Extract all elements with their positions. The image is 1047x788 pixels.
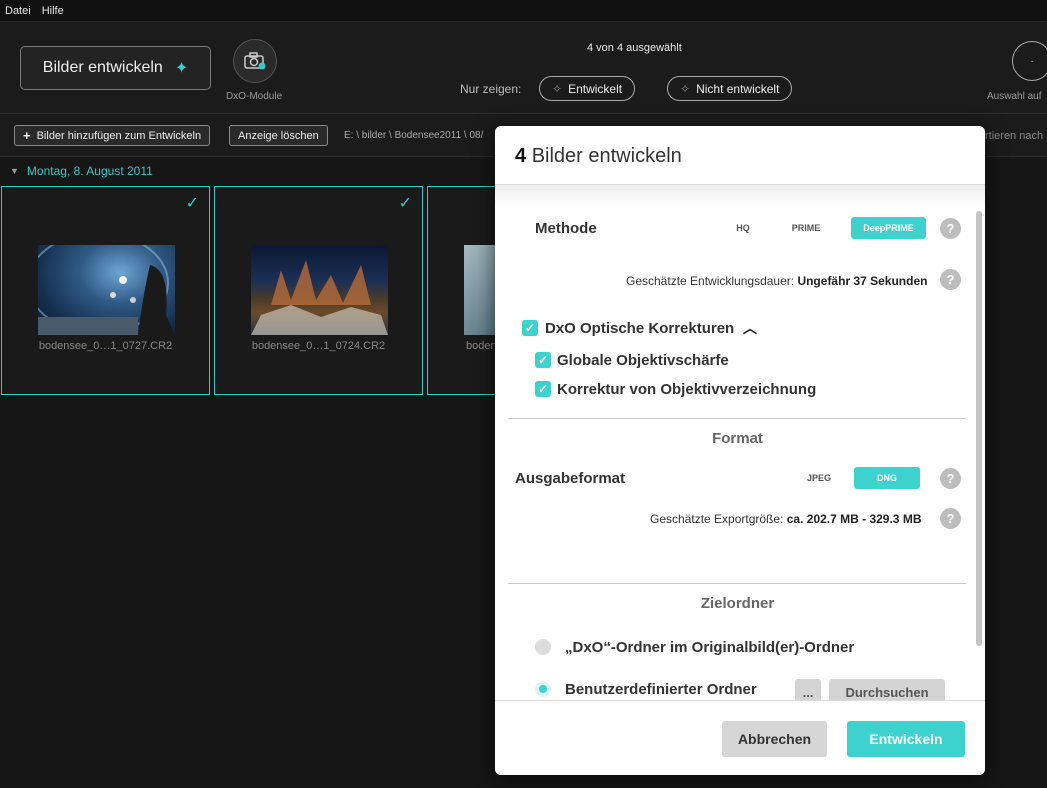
- checkmark-icon: ✓: [185, 195, 199, 212]
- clear-view-label: Anzeige löschen: [238, 129, 319, 142]
- divider-shadow: [495, 185, 985, 207]
- thumbnail-filename: bodensee_0…1_0727.CR2: [38, 340, 173, 352]
- thumbnail-image: [251, 245, 388, 335]
- menu-file[interactable]: Datei: [5, 5, 31, 17]
- dialog-title-count: 4: [515, 145, 527, 167]
- optics-label: DxO Optische Korrekturen: [545, 320, 735, 337]
- dxo-module-button[interactable]: [233, 39, 277, 83]
- thumbnail-card[interactable]: ✓ bodensee_0…1_0727.CR2: [1, 186, 210, 395]
- collapse-triangle-icon: ▼: [10, 166, 19, 176]
- selection-count: 4 von 4 ausgewählt: [587, 42, 682, 54]
- dialog-title: 4 Bilder entwickeln: [515, 145, 682, 168]
- clear-view-button[interactable]: Anzeige löschen: [229, 125, 328, 146]
- optics-checkbox[interactable]: ✓: [522, 320, 538, 336]
- radio-custom-folder-label: Benutzerdefinierter Ordner: [565, 681, 757, 698]
- estimate-value: Ungefähr 37 Sekunden: [797, 274, 928, 288]
- filter-developed-button[interactable]: ✧ Entwickelt: [539, 76, 636, 101]
- date-label: Montag, 8. August 2011: [26, 164, 153, 178]
- export-size-line: Geschätzte Exportgröße: ca. 202.7 MB - 3…: [650, 512, 921, 526]
- thumbnail-filename: bodensee_0…1_0724.CR2: [251, 340, 386, 352]
- checkmark-icon: ✓: [398, 195, 412, 212]
- help-icon[interactable]: ?: [940, 218, 961, 239]
- method-prime-option[interactable]: PRIME: [782, 217, 830, 239]
- dialog-title-text: Bilder entwickeln: [531, 145, 682, 167]
- plus-icon: +: [23, 128, 31, 143]
- format-section-title: Format: [712, 430, 763, 447]
- radio-dxo-folder[interactable]: [535, 639, 551, 655]
- sparkle-icon: ✧: [552, 81, 563, 96]
- filter-label: Nur zeigen:: [460, 82, 522, 96]
- cancel-button[interactable]: Abbrechen: [722, 721, 827, 757]
- method-hq-option[interactable]: HQ: [727, 217, 759, 239]
- chevron-up-icon[interactable]: ︿: [743, 318, 757, 338]
- export-size-value: ca. 202.7 MB - 329.3 MB: [786, 512, 922, 526]
- help-icon[interactable]: ?: [940, 269, 961, 290]
- menu-help[interactable]: Hilfe: [42, 5, 64, 17]
- dialog-footer: Abbrechen Entwickeln: [495, 700, 985, 775]
- thumbnail-image: [38, 245, 175, 335]
- filter-developed-label: Entwickelt: [568, 81, 623, 96]
- add-images-button[interactable]: + Bilder hinzufügen zum Entwickeln: [14, 125, 211, 146]
- distortion-checkbox[interactable]: ✓: [535, 381, 551, 397]
- method-label: Methode: [535, 220, 597, 237]
- dxo-module-label: DxO-Module: [226, 91, 283, 102]
- sharpness-label: Globale Objektivschärfe: [557, 352, 729, 369]
- selection-right-label: Auswahl auf: [987, 91, 1042, 102]
- sparkle-icon: ✧: [680, 81, 691, 96]
- export-size-label: Geschätzte Exportgröße:: [650, 512, 784, 526]
- add-images-label: Bilder hinzufügen zum Entwickeln: [36, 129, 202, 142]
- output-format-label: Ausgabeformat: [515, 470, 626, 487]
- filter-not-developed-label: Nicht entwickelt: [696, 81, 780, 96]
- radio-dxo-folder-label: „DxO“-Ordner im Originalbild(er)-Ordner: [565, 639, 855, 656]
- dialog-scrollbar[interactable]: [976, 211, 982, 646]
- camera-icon: [244, 52, 266, 70]
- help-icon[interactable]: ?: [940, 508, 961, 529]
- develop-confirm-button[interactable]: Entwickeln: [847, 721, 965, 757]
- sharpness-checkbox[interactable]: ✓: [535, 352, 551, 368]
- target-section-title: Zielordner: [700, 595, 775, 612]
- date-group-header[interactable]: ▼ Montag, 8. August 2011: [10, 164, 153, 178]
- dot-icon: ·: [1030, 55, 1034, 67]
- menu-bar: Datei Hilfe: [0, 0, 1047, 22]
- develop-images-label: Bilder entwickeln: [42, 59, 163, 76]
- selection-circle-button[interactable]: ·: [1012, 41, 1047, 81]
- sparkle-icon: ✦: [174, 60, 189, 77]
- develop-dialog: 4 Bilder entwickeln Methode HQ PRIME Dee…: [495, 126, 985, 775]
- folder-path: E: \ bilder \ Bodensee2011 \ 08/: [344, 130, 484, 141]
- format-dng-option[interactable]: DNG: [854, 467, 920, 489]
- divider: [508, 418, 966, 419]
- thumbnail-card[interactable]: ✓ bodensee_0…1_0724.CR2: [214, 186, 423, 395]
- format-jpeg-option[interactable]: JPEG: [801, 467, 837, 489]
- develop-images-button[interactable]: Bilder entwickeln ✦: [20, 46, 211, 90]
- radio-custom-folder[interactable]: [535, 681, 551, 697]
- divider: [508, 583, 966, 584]
- filter-not-developed-button[interactable]: ✧ Nicht entwickelt: [667, 76, 793, 101]
- top-bar: Bilder entwickeln ✦ DxO-Module 4 von 4 a…: [0, 22, 1047, 114]
- method-deepprime-option[interactable]: DeepPRIME: [851, 217, 926, 239]
- estimate-line: Geschätzte Entwicklungsdauer: Ungefähr 3…: [626, 274, 927, 288]
- help-icon[interactable]: ?: [940, 468, 961, 489]
- estimate-label: Geschätzte Entwicklungsdauer:: [626, 274, 795, 288]
- sort-label[interactable]: rtieren nach: [985, 130, 1043, 142]
- distortion-label: Korrektur von Objektivverzeichnung: [557, 381, 817, 398]
